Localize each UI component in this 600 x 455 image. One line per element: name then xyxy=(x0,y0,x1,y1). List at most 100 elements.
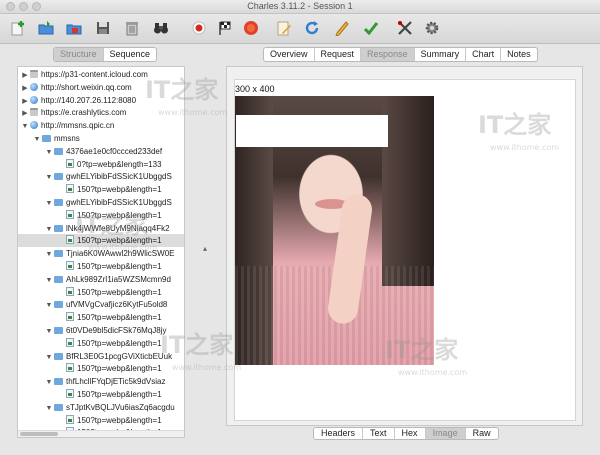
clear-session-button[interactable] xyxy=(123,19,141,37)
tree-node[interactable]: ▼ BfRL3E0G1pcgGViXticbEUuk xyxy=(18,350,184,363)
folder-icon xyxy=(54,173,63,181)
tree-item-label: 150?tp=webp&length=1 xyxy=(77,185,162,195)
tree-node[interactable]: ▼ lNk4jWWfe8UyM9Niaqq4Fk2 xyxy=(18,222,184,235)
tree-node[interactable]: ▼ gwhELYibibFdSSicK1UbggdS xyxy=(18,170,184,183)
folder-icon xyxy=(54,224,63,232)
tree-node[interactable]: ▼ 4376ae1e0cf0ccced233def xyxy=(18,145,184,158)
lock-icon xyxy=(30,108,38,117)
image-dimensions: 300 x 400 xyxy=(235,84,275,94)
tree-item-label: Tjnia6K0WAwwl2h9WlicSW0E xyxy=(66,249,175,259)
tab-chart[interactable]: Chart xyxy=(466,48,502,61)
tree-request-item[interactable]: 150?tp=webp&length=1 xyxy=(18,286,184,299)
settings-button[interactable] xyxy=(423,19,441,37)
tree-request-item[interactable]: 150?tp=webp&length=1 xyxy=(18,311,184,324)
edit-button[interactable] xyxy=(333,19,351,37)
tree-item-label: 150?tp=webp&length=1 xyxy=(77,313,162,323)
scrollbar-thumb[interactable] xyxy=(20,432,58,436)
open-button[interactable] xyxy=(37,19,55,37)
tree-node[interactable]: ▼ AhLk989ZrI1ia5WZSMcmn9d xyxy=(18,273,184,286)
tab-raw[interactable]: Raw xyxy=(466,428,498,439)
tree-item-label: 150?tp=webp&length=1 xyxy=(77,390,162,399)
tree-item-label: AhLk989ZrI1ia5WZSMcmn9d xyxy=(66,274,171,284)
tab-text[interactable]: Text xyxy=(363,428,395,439)
folder-icon xyxy=(54,275,63,283)
tree-node[interactable]: ▼ ufVMVgCvafjicz6KytFu5old8 xyxy=(18,298,184,311)
folder-icon xyxy=(54,250,63,258)
refresh-icon xyxy=(305,21,319,35)
tab-request[interactable]: Request xyxy=(315,48,362,61)
tab-summary[interactable]: Summary xyxy=(415,48,467,61)
tools-button[interactable] xyxy=(396,19,414,37)
tree-node[interactable]: ▶ http://short.weixin.qq.com xyxy=(18,81,184,94)
throttle-button[interactable] xyxy=(216,19,234,37)
tree-item-label: 150?tp=webp&length=1 xyxy=(77,364,162,374)
tree-node[interactable]: ▼ gwhELYibibFdSSicK1UbggdS xyxy=(18,196,184,209)
folder-icon xyxy=(54,147,63,155)
tree-node[interactable]: ▶ http://140.207.26.112:8080 xyxy=(18,94,184,107)
tab-headers[interactable]: Headers xyxy=(314,428,364,439)
tab-structure[interactable]: Structure xyxy=(54,48,104,61)
split-pane-handle[interactable]: ▴ xyxy=(203,244,207,253)
tree-item-label: sTJptKvBQLJVu6iasZq6acgdu xyxy=(66,402,175,412)
tree-request-item[interactable]: 150?tp=webp&length=1 xyxy=(18,388,184,401)
tree-request-item[interactable]: 150?tp=webp&length=1 xyxy=(18,234,184,248)
save-button[interactable] xyxy=(94,19,112,37)
globe-icon xyxy=(30,95,38,104)
tab-image[interactable]: Image xyxy=(425,428,466,439)
horizontal-scrollbar[interactable] xyxy=(18,430,184,437)
response-image xyxy=(235,96,434,365)
tree-item-label: mmsns xyxy=(54,134,80,143)
file-icon xyxy=(66,235,74,245)
tree-node[interactable]: ▼ 6t0VDe9bl5dicFSk76MqJ8jy xyxy=(18,324,184,337)
stop-icon xyxy=(244,21,258,35)
folder-icon xyxy=(54,199,63,206)
throttle-flag-icon xyxy=(219,21,231,35)
tree-node[interactable]: ▼ mmsns xyxy=(18,132,184,145)
file-icon xyxy=(66,389,74,398)
tree-request-item[interactable]: 150?tp=webp&length=1 xyxy=(18,362,184,375)
stop-button[interactable] xyxy=(242,19,260,37)
tree-item-label: gwhELYibibFdSSicK1UbggdS xyxy=(66,172,172,182)
repeat-button[interactable] xyxy=(303,19,321,37)
save-icon xyxy=(97,22,109,34)
tree-item-label: http://short.weixin.qq.com xyxy=(41,82,132,92)
detail-tabs: Overview Request Response Summary Chart … xyxy=(263,47,538,62)
find-button[interactable] xyxy=(152,19,170,37)
file-icon xyxy=(66,312,74,322)
import-button[interactable] xyxy=(65,19,83,37)
record-button[interactable] xyxy=(190,19,208,37)
tree-request-item[interactable]: 150?tp=webp&length=1 xyxy=(18,209,184,222)
tree-request-item[interactable]: 150?tp=webp&length=1 xyxy=(18,183,184,196)
view-mode-tabs: Structure Sequence xyxy=(53,47,158,62)
validate-button[interactable] xyxy=(362,19,380,37)
response-view-tabs: Headers Text Hex Image Raw xyxy=(313,427,499,440)
tree-node[interactable]: ▼ thfLhcllFYqDjETic5k9dVsiaz xyxy=(18,375,184,388)
tree-request-item[interactable]: 150?tp=webp&length=1 xyxy=(18,414,184,427)
tab-overview[interactable]: Overview xyxy=(264,48,315,61)
tree-request-item[interactable]: 0?tp=webp&length=133 xyxy=(18,158,184,171)
tree-node[interactable]: ▼ sTJptKvBQLJVu6iasZq6acgdu xyxy=(18,401,184,414)
tree-request-item[interactable]: 150?tp=webp&length=1 xyxy=(18,260,184,273)
tree-item-label: http://mmsns.qpic.cn xyxy=(41,121,115,131)
tree-node[interactable]: ▶ https://p31-content.icloud.com xyxy=(18,68,184,81)
tree-item-label: 150?tp=webp&length=1 xyxy=(77,236,162,246)
tab-sequence[interactable]: Sequence xyxy=(104,48,157,61)
new-session-icon xyxy=(11,21,24,36)
tree-node[interactable]: ▶ https://e.crashlytics.com xyxy=(18,106,184,119)
new-session-button[interactable] xyxy=(9,19,27,37)
tab-notes[interactable]: Notes xyxy=(501,48,537,61)
compose-button[interactable] xyxy=(275,19,293,37)
tree-request-item[interactable]: 150?tp=webp&length=1 xyxy=(18,337,184,350)
tree-item-label: http://140.207.26.112:8080 xyxy=(41,95,137,105)
tree-node[interactable]: ▼ Tjnia6K0WAwwl2h9WlicSW0E xyxy=(18,247,184,260)
validate-check-icon xyxy=(363,22,379,36)
file-icon xyxy=(66,158,74,168)
tab-response[interactable]: Response xyxy=(361,48,415,61)
tree-item-label: 150?tp=webp&length=1 xyxy=(77,210,162,220)
tree-node[interactable]: ▼ http://mmsns.qpic.cn xyxy=(18,119,184,132)
tab-hex[interactable]: Hex xyxy=(395,428,426,439)
binoculars-icon xyxy=(154,23,168,34)
window-title: Charles 3.11.2 - Session 1 xyxy=(247,1,353,11)
tree-item-label: ufVMVgCvafjicz6KytFu5old8 xyxy=(66,300,168,310)
structure-tree: ▶ https://p31-content.icloud.com ▶ http://s… xyxy=(17,66,185,438)
